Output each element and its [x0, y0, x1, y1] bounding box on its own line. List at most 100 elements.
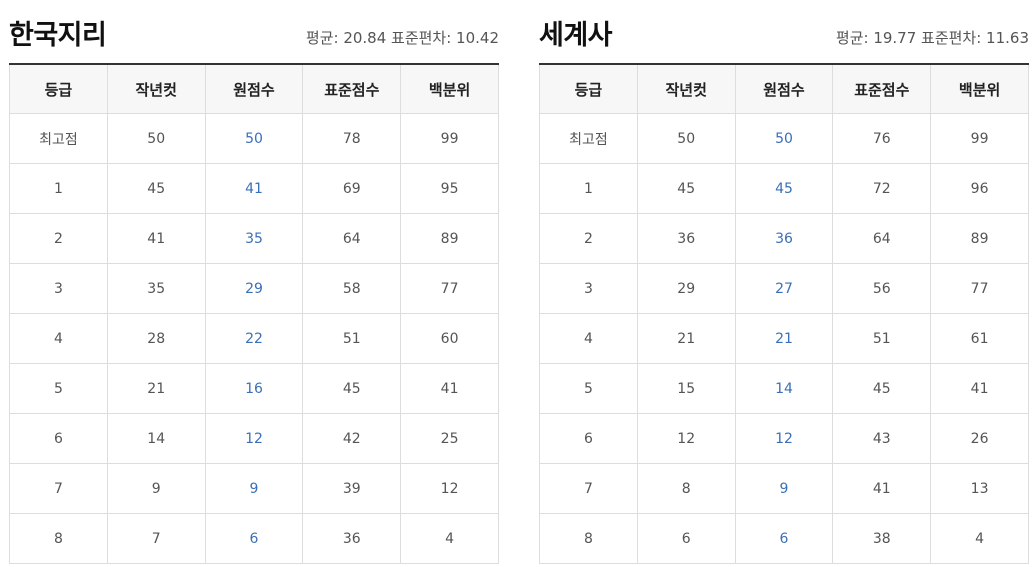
cell-percentile: 99 — [400, 113, 499, 164]
cell-raw-score: 29 — [204, 263, 304, 314]
cell-grade: 7 — [9, 463, 108, 514]
header-grade: 등급 — [9, 63, 108, 114]
panel-stats: 평균: 20.84 표준편차: 10.42 — [305, 29, 499, 47]
cell-grade: 1 — [539, 163, 638, 214]
header-raw-score: 원점수 — [204, 63, 304, 114]
header-last-year-cut: 작년컷 — [106, 63, 206, 114]
cell-percentile: 89 — [930, 213, 1029, 264]
table-row: 5 15 14 45 41 — [539, 363, 1029, 414]
header-row: 등급 작년컷 원점수 표준점수 백분위 — [539, 63, 1029, 114]
cell-last-year-cut: 35 — [106, 263, 206, 314]
cell-percentile: 4 — [930, 513, 1029, 564]
header-standard-score: 표준점수 — [832, 63, 932, 114]
cell-grade: 2 — [9, 213, 108, 264]
cell-raw-score: 36 — [734, 213, 834, 264]
cell-percentile: 89 — [400, 213, 499, 264]
cell-last-year-cut: 8 — [636, 463, 736, 514]
header-standard-score: 표준점수 — [302, 63, 402, 114]
cell-raw-score: 21 — [734, 313, 834, 364]
cell-grade: 8 — [539, 513, 638, 564]
cell-last-year-cut: 41 — [106, 213, 206, 264]
cell-standard-score: 39 — [302, 463, 402, 514]
cell-raw-score: 50 — [204, 113, 304, 164]
cell-raw-score: 9 — [734, 463, 834, 514]
cell-raw-score: 35 — [204, 213, 304, 264]
cell-grade: 최고점 — [9, 113, 108, 164]
cell-standard-score: 72 — [832, 163, 932, 214]
cell-raw-score: 27 — [734, 263, 834, 314]
cell-raw-score: 16 — [204, 363, 304, 414]
cell-raw-score: 12 — [204, 413, 304, 464]
table-row: 3 35 29 58 77 — [9, 263, 499, 314]
cell-percentile: 99 — [930, 113, 1029, 164]
cell-standard-score: 69 — [302, 163, 402, 214]
panel-korean-geography: 한국지리 평균: 20.84 표준편차: 10.42 등급 작년컷 원점수 표준… — [9, 0, 499, 564]
cell-raw-score: 50 — [734, 113, 834, 164]
cell-last-year-cut: 50 — [106, 113, 206, 164]
cell-last-year-cut: 45 — [636, 163, 736, 214]
cell-grade: 3 — [9, 263, 108, 314]
cell-last-year-cut: 45 — [106, 163, 206, 214]
table-row: 7 8 9 41 13 — [539, 463, 1029, 514]
cell-last-year-cut: 15 — [636, 363, 736, 414]
panel-world-history: 세계사 평균: 19.77 표준편차: 11.63 등급 작년컷 원점수 표준점… — [539, 0, 1029, 564]
cell-grade: 8 — [9, 513, 108, 564]
cell-percentile: 13 — [930, 463, 1029, 514]
table-row: 8 6 6 38 4 — [539, 513, 1029, 564]
cell-raw-score: 12 — [734, 413, 834, 464]
table-row: 6 12 12 43 26 — [539, 413, 1029, 464]
panel-title: 한국지리 — [9, 20, 107, 51]
cell-grade: 6 — [539, 413, 638, 464]
header-grade: 등급 — [539, 63, 638, 114]
cell-percentile: 25 — [400, 413, 499, 464]
cell-percentile: 12 — [400, 463, 499, 514]
cell-last-year-cut: 12 — [636, 413, 736, 464]
header-last-year-cut: 작년컷 — [636, 63, 736, 114]
table-row: 7 9 9 39 12 — [9, 463, 499, 514]
panel-header: 한국지리 평균: 20.84 표준편차: 10.42 — [9, 0, 499, 63]
cell-percentile: 26 — [930, 413, 1029, 464]
cell-standard-score: 45 — [832, 363, 932, 414]
cell-raw-score: 6 — [734, 513, 834, 564]
table-row: 4 28 22 51 60 — [9, 313, 499, 364]
cell-standard-score: 76 — [832, 113, 932, 164]
cell-grade: 6 — [9, 413, 108, 464]
header-percentile: 백분위 — [930, 63, 1029, 114]
cell-raw-score: 9 — [204, 463, 304, 514]
cell-percentile: 41 — [400, 363, 499, 414]
cell-grade: 5 — [539, 363, 638, 414]
cell-percentile: 77 — [400, 263, 499, 314]
cell-standard-score: 51 — [832, 313, 932, 364]
cell-raw-score: 22 — [204, 313, 304, 364]
cell-standard-score: 51 — [302, 313, 402, 364]
cell-last-year-cut: 14 — [106, 413, 206, 464]
table-row: 2 41 35 64 89 — [9, 213, 499, 264]
table-row: 3 29 27 56 77 — [539, 263, 1029, 314]
cell-percentile: 60 — [400, 313, 499, 364]
table-row: 최고점 50 50 76 99 — [539, 113, 1029, 164]
cell-standard-score: 38 — [832, 513, 932, 564]
header-percentile: 백분위 — [400, 63, 499, 114]
cell-raw-score: 14 — [734, 363, 834, 414]
cell-standard-score: 41 — [832, 463, 932, 514]
cell-grade: 4 — [9, 313, 108, 364]
cell-standard-score: 45 — [302, 363, 402, 414]
cell-raw-score: 41 — [204, 163, 304, 214]
cell-grade: 3 — [539, 263, 638, 314]
cell-percentile: 95 — [400, 163, 499, 214]
cell-last-year-cut: 36 — [636, 213, 736, 264]
panel-stats: 평균: 19.77 표준편차: 11.63 — [835, 29, 1029, 47]
cell-standard-score: 36 — [302, 513, 402, 564]
cell-last-year-cut: 50 — [636, 113, 736, 164]
cell-last-year-cut: 29 — [636, 263, 736, 314]
cell-last-year-cut: 6 — [636, 513, 736, 564]
table-row: 2 36 36 64 89 — [539, 213, 1029, 264]
cell-raw-score: 45 — [734, 163, 834, 214]
cell-percentile: 96 — [930, 163, 1029, 214]
cell-last-year-cut: 21 — [106, 363, 206, 414]
cell-standard-score: 58 — [302, 263, 402, 314]
table-row: 5 21 16 45 41 — [9, 363, 499, 414]
grade-table: 등급 작년컷 원점수 표준점수 백분위 최고점 50 50 78 99 1 45 41 69 9… — [9, 63, 499, 564]
cell-percentile: 4 — [400, 513, 499, 564]
cell-percentile: 41 — [930, 363, 1029, 414]
